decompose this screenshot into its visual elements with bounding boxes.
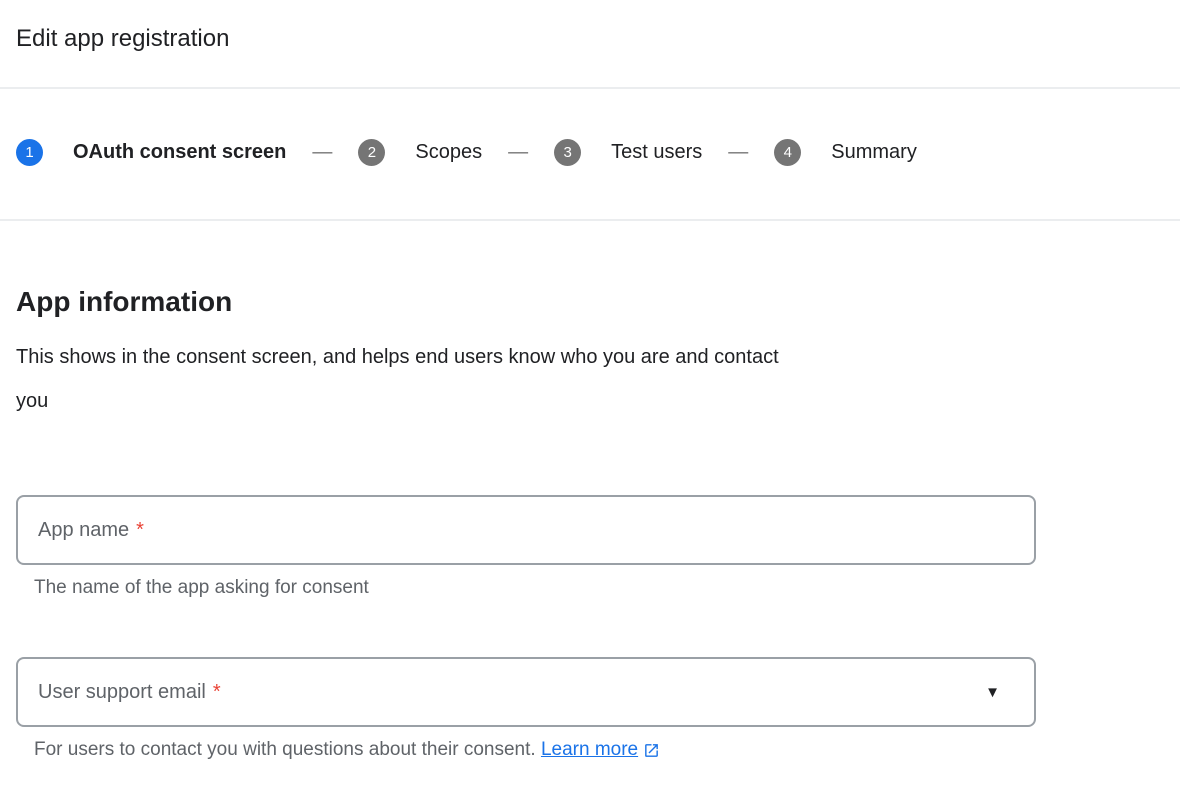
step-label: Summary <box>831 141 917 164</box>
user-support-email-select[interactable]: User support email * ▼ <box>16 657 1036 727</box>
step-number-badge: 3 <box>554 139 581 166</box>
step-number-badge: 4 <box>774 139 801 166</box>
step-label: OAuth consent screen <box>73 141 286 164</box>
section-description: This shows in the consent screen, and he… <box>16 335 786 423</box>
step-label: Test users <box>611 141 702 164</box>
field-label-text: App name <box>38 519 129 542</box>
stepper-step-test-users[interactable]: 3 Test users <box>554 139 702 166</box>
step-label: Scopes <box>415 141 482 164</box>
required-asterisk: * <box>136 519 144 542</box>
user-support-email-label: User support email * <box>38 681 221 704</box>
user-support-email-helper: For users to contact you with questions … <box>34 739 1164 761</box>
learn-more-link[interactable]: Learn more <box>541 739 660 761</box>
helper-text: For users to contact you with questions … <box>34 739 536 760</box>
header-divider <box>0 87 1180 89</box>
stepper-divider <box>0 219 1180 221</box>
app-name-helper: The name of the app asking for consent <box>34 577 1164 599</box>
form-content: App information This shows in the consen… <box>0 285 1180 761</box>
stepper-step-summary[interactable]: 4 Summary <box>774 139 917 166</box>
learn-more-label: Learn more <box>541 739 638 761</box>
section-heading: App information <box>16 285 1164 319</box>
step-number-badge: 2 <box>358 139 385 166</box>
required-asterisk: * <box>213 681 221 704</box>
step-separator: — <box>728 141 748 164</box>
dropdown-arrow-icon: ▼ <box>985 685 1000 700</box>
stepper-step-scopes[interactable]: 2 Scopes <box>358 139 482 166</box>
step-number-badge: 1 <box>16 139 43 166</box>
step-separator: — <box>312 141 332 164</box>
app-name-label: App name * <box>38 519 144 542</box>
page-title: Edit app registration <box>16 24 1164 54</box>
page-header: Edit app registration <box>0 0 1180 54</box>
stepper-step-oauth-consent-screen[interactable]: 1 OAuth consent screen <box>16 139 286 166</box>
step-separator: — <box>508 141 528 164</box>
app-name-input[interactable]: App name * <box>16 495 1036 565</box>
field-label-text: User support email <box>38 681 206 704</box>
external-link-icon <box>643 742 660 759</box>
stepper: 1 OAuth consent screen — 2 Scopes — 3 Te… <box>0 139 1180 166</box>
